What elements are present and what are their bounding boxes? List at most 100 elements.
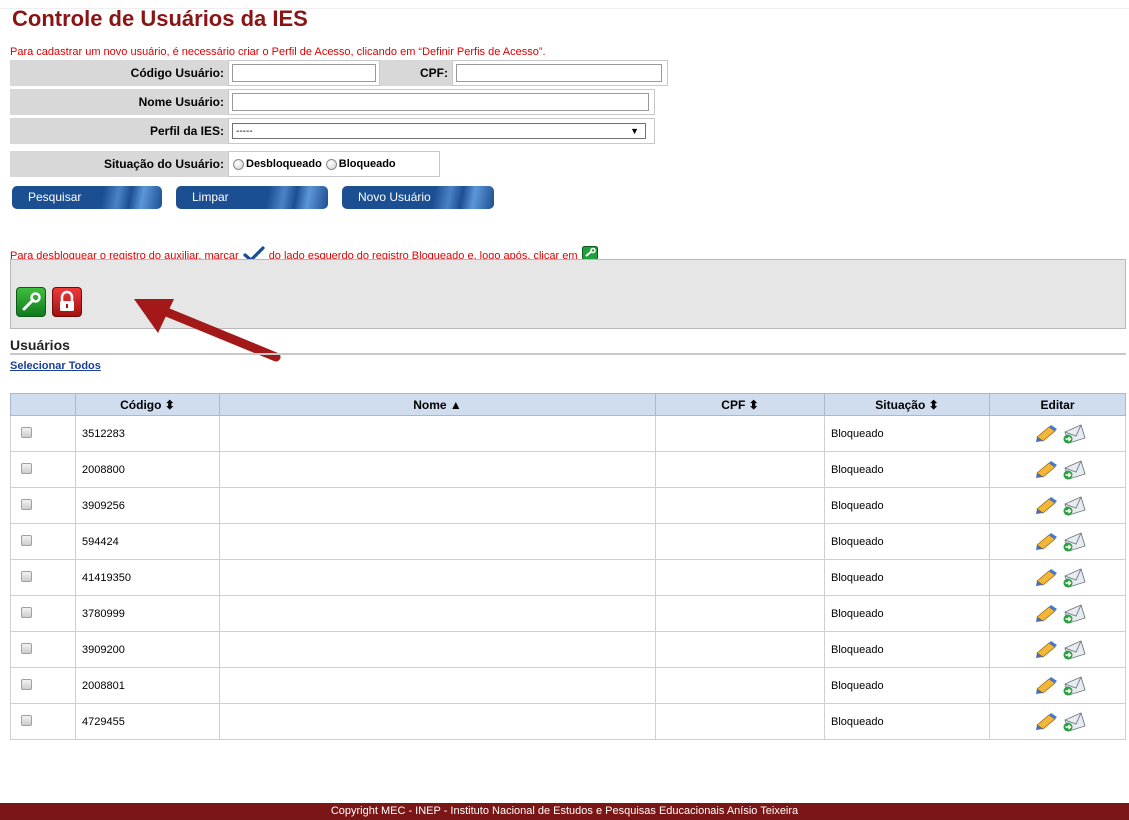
nome-label: Nome Usuário: [10,89,228,115]
row-nome [219,523,656,560]
row-situacao: Bloqueado [824,451,990,488]
row-situacao: Bloqueado [824,595,990,632]
row-nome [219,703,656,740]
pencil-edit-icon[interactable] [1035,676,1059,695]
envelope-send-icon[interactable] [1061,423,1087,444]
select-all-link[interactable]: Selecionar Todos [10,360,101,372]
header-cpf[interactable]: CPF ⬍ [655,393,825,416]
row-select-cell [10,559,76,596]
row-checkbox[interactable] [21,498,32,510]
row-checkbox[interactable] [21,678,32,690]
row-situacao: Bloqueado [824,667,990,704]
pencil-edit-icon[interactable] [1035,496,1059,515]
pencil-edit-icon[interactable] [1035,532,1059,551]
perfil-label: Perfil da IES: [10,118,228,144]
pencil-edit-icon[interactable] [1035,604,1059,623]
envelope-send-icon[interactable] [1061,531,1087,552]
row-codigo: 3909256 [75,487,220,524]
row-codigo: 2008801 [75,667,220,704]
envelope-send-icon[interactable] [1061,711,1087,732]
envelope-send-icon[interactable] [1061,567,1087,588]
unlock-key-icon[interactable] [16,287,46,317]
nome-input[interactable] [232,93,649,111]
row-situacao: Bloqueado [824,559,990,596]
table-row: 3909256 Bloqueado [10,487,1126,524]
codigo-input[interactable] [232,64,376,82]
row-nome [219,667,656,704]
header-codigo[interactable]: Código ⬍ [75,393,220,416]
section-rule [10,353,1126,355]
row-cpf [655,703,825,740]
row-cpf [655,415,825,452]
lock-icon[interactable] [52,287,82,317]
pesquisar-button[interactable]: Pesquisar [12,186,162,209]
row-nome [219,451,656,488]
row-select-cell [10,703,76,740]
row-cpf [655,487,825,524]
radio-bloqueado-label: Bloqueado [338,158,396,170]
row-edit-cell [989,487,1126,524]
pencil-edit-icon[interactable] [1035,712,1059,731]
row-edit-cell [989,523,1126,560]
codigo-label: Código Usuário: [10,60,228,86]
envelope-send-icon[interactable] [1061,603,1087,624]
pencil-edit-icon[interactable] [1035,568,1059,587]
usuarios-section-title: Usuários [10,337,70,353]
row-select-cell [10,667,76,704]
cpf-cell [452,60,668,86]
row-select-cell [10,595,76,632]
header-editar: Editar [989,393,1126,416]
row-nome [219,487,656,524]
row-codigo: 2008800 [75,451,220,488]
radio-bloqueado[interactable] [325,158,337,170]
row-nome [219,415,656,452]
codigo-cell [228,60,380,86]
row-checkbox[interactable] [21,642,32,654]
envelope-send-icon[interactable] [1061,639,1087,660]
row-cpf [655,559,825,596]
table-row: 41419350 Bloqueado [10,559,1126,596]
novo-usuario-button[interactable]: Novo Usuário [342,186,494,209]
row-checkbox[interactable] [21,606,32,618]
row-nome [219,631,656,668]
pencil-edit-icon[interactable] [1035,640,1059,659]
radio-desbloqueado[interactable] [233,158,244,170]
header-nome[interactable]: Nome ▲ [219,393,656,416]
row-checkbox[interactable] [21,534,32,546]
footer-copyright: Copyright MEC - INEP - Instituto Naciona… [0,803,1129,820]
row-codigo: 594424 [75,523,220,560]
row-edit-cell [989,415,1126,452]
users-table: Código ⬍ Nome ▲ CPF ⬍ Situação ⬍ Editar … [10,393,1126,740]
row-situacao: Bloqueado [824,415,990,452]
envelope-send-icon[interactable] [1061,675,1087,696]
row-edit-cell [989,631,1126,668]
header-situacao[interactable]: Situação ⬍ [824,393,990,416]
nome-cell [228,89,655,115]
envelope-send-icon[interactable] [1061,495,1087,516]
row-checkbox[interactable] [21,570,32,582]
row-checkbox[interactable] [21,714,32,726]
table-header-row: Código ⬍ Nome ▲ CPF ⬍ Situação ⬍ Editar [10,393,1126,416]
row-cpf [655,631,825,668]
table-row: 2008801 Bloqueado [10,667,1126,704]
envelope-send-icon[interactable] [1061,459,1087,480]
situacao-cell: Desbloqueado Bloqueado [228,151,440,177]
cpf-input[interactable] [456,64,662,82]
row-edit-cell [989,559,1126,596]
row-situacao: Bloqueado [824,487,990,524]
form-row-perfil: Perfil da IES: ----- ▼ [10,118,655,144]
table-row: 594424 Bloqueado [10,523,1126,560]
pencil-edit-icon[interactable] [1035,460,1059,479]
row-situacao: Bloqueado [824,703,990,740]
row-cpf [655,523,825,560]
row-checkbox[interactable] [21,462,32,474]
register-notice: Para cadastrar um novo usuário, é necess… [10,46,546,58]
row-cpf [655,451,825,488]
pencil-edit-icon[interactable] [1035,424,1059,443]
row-codigo: 4729455 [75,703,220,740]
row-select-cell [10,631,76,668]
limpar-button[interactable]: Limpar [176,186,328,209]
row-checkbox[interactable] [21,426,32,438]
row-codigo: 3780999 [75,595,220,632]
perfil-select[interactable]: ----- ▼ [232,123,646,139]
